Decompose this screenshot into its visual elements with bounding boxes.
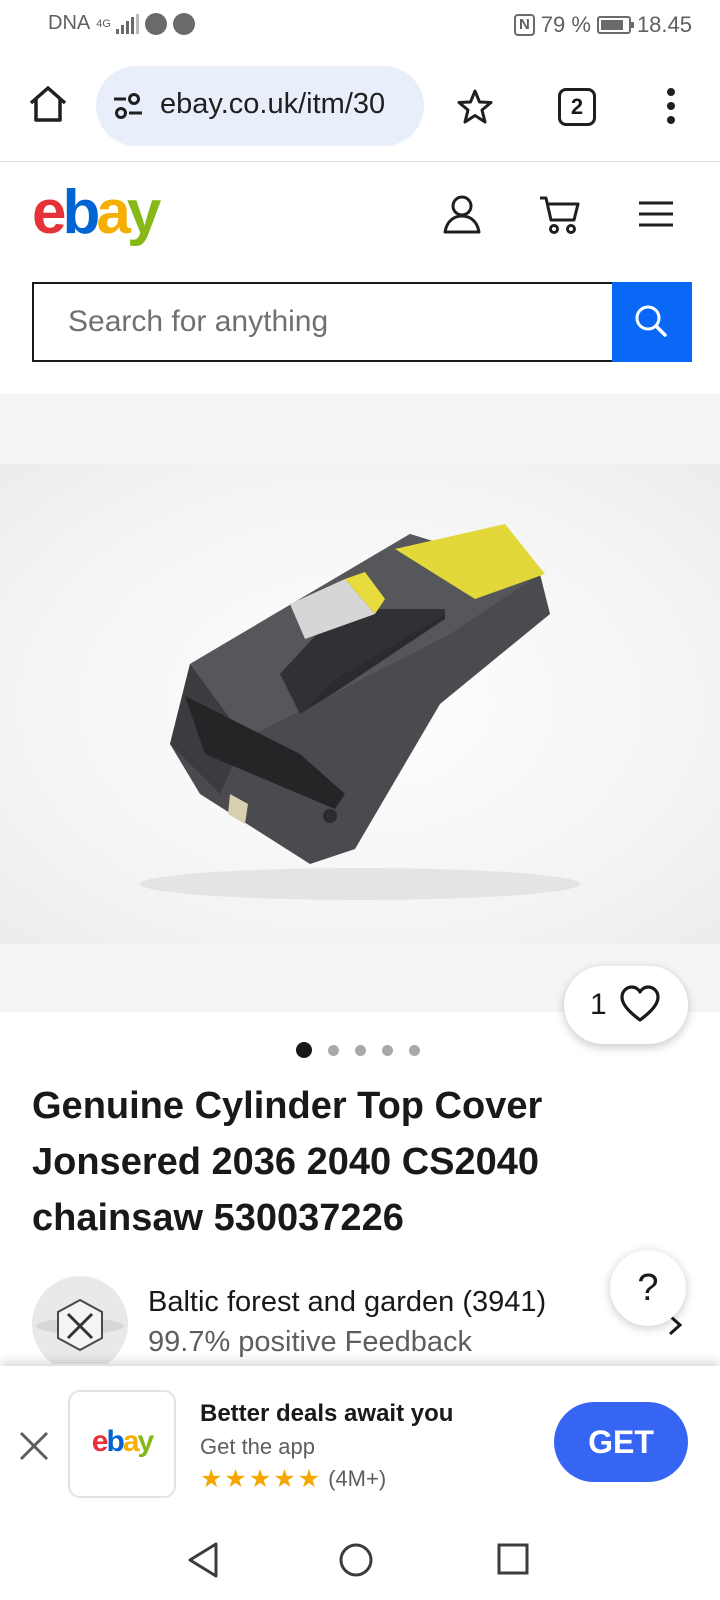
notification-icon (173, 12, 196, 35)
watch-count: 1 (590, 988, 607, 1021)
close-icon[interactable] (16, 1428, 52, 1464)
get-app-button[interactable]: GET (554, 1402, 688, 1482)
logo-letter-y: y (126, 178, 162, 247)
carrier-label: DNA (48, 12, 91, 34)
seller-avatar (32, 1276, 128, 1364)
hamburger-menu-button[interactable] (636, 192, 680, 236)
pagination-dot-2[interactable] (328, 1044, 339, 1056)
home-circle-icon[interactable] (336, 1540, 376, 1580)
tab-switcher-button[interactable]: 2 (558, 88, 596, 126)
rating-star-icon: ★ (200, 1465, 223, 1493)
review-count: (4M+) (328, 1466, 387, 1491)
browser-menu-icon[interactable] (665, 88, 677, 128)
product-image[interactable] (0, 464, 720, 944)
gallery-pagination (296, 1042, 420, 1058)
app-rating: ★ ★ ★ ★ ★ (4M+) (200, 1466, 386, 1492)
rating-star-icon: ★ (248, 1465, 272, 1493)
pagination-dot-4[interactable] (382, 1044, 393, 1056)
logo-letter-a: a (96, 178, 131, 247)
account-button[interactable] (440, 192, 484, 236)
clock: 18.45 (636, 12, 692, 37)
system-navigation-bar (0, 1516, 720, 1600)
rating-star-icon: ★ (224, 1465, 247, 1493)
user-icon (443, 195, 481, 234)
logo-letter-b: b (62, 178, 100, 247)
nfc-icon: N (513, 14, 535, 36)
star-icon (457, 89, 493, 124)
browser-toolbar: ebay.co.uk/itm/30 2 (0, 52, 720, 162)
url-text: ebay.co.uk/itm/30 (160, 88, 386, 120)
ebay-app-logo: ebay (68, 1390, 176, 1498)
home-button[interactable] (26, 82, 70, 126)
hamburger-icon (639, 201, 673, 227)
site-settings-icon[interactable] (112, 92, 144, 120)
app-logo-letter-b: b (106, 1425, 124, 1458)
signal-icon (116, 13, 140, 34)
banner-subtitle: Get the app (200, 1434, 315, 1459)
cart-button[interactable] (538, 192, 582, 236)
product-title: Genuine Cylinder Top Cover Jonsered 2036… (32, 1085, 543, 1239)
search-input[interactable] (34, 284, 612, 360)
status-bar: DNA 4G N 79 % 18.45 (0, 0, 720, 52)
seller-name[interactable]: Baltic forest and garden (3941) (148, 1286, 546, 1319)
banner-title: Better deals await you (200, 1400, 454, 1427)
bookmark-button[interactable] (454, 86, 496, 128)
status-left: DNA 4G (48, 12, 196, 35)
pagination-dot-3[interactable] (355, 1044, 366, 1056)
app-logo-letter-a: a (122, 1425, 140, 1458)
app-logo-letter-y: y (137, 1425, 155, 1458)
network-label: 4G (96, 17, 111, 30)
help-button[interactable]: ? (610, 1250, 686, 1326)
status-right: N 79 % 18.45 (513, 12, 692, 38)
image-gallery[interactable] (0, 394, 720, 1012)
cart-icon (540, 196, 580, 234)
search-bar (32, 282, 692, 362)
back-triangle-icon[interactable] (184, 1540, 224, 1580)
pagination-dot-1[interactable] (296, 1042, 312, 1058)
home-icon (29, 86, 67, 122)
seller-feedback: 99.7% positive Feedback (148, 1326, 473, 1358)
rating-star-icon: ★ (297, 1465, 321, 1493)
battery-icon (596, 16, 634, 34)
ebay-logo[interactable]: ebay (32, 178, 162, 248)
address-bar[interactable]: ebay.co.uk/itm/30 (96, 66, 424, 146)
seller-logo-graphic (36, 1298, 124, 1352)
app-install-banner: ebay Better deals await you Get the app … (0, 1366, 720, 1516)
watch-button[interactable]: 1 (564, 966, 688, 1044)
battery-percent: 79 % (540, 12, 591, 37)
rating-star-icon: ★ (273, 1465, 296, 1493)
recents-square-icon[interactable] (494, 1540, 534, 1580)
search-button[interactable] (612, 282, 692, 362)
pagination-dot-5[interactable] (409, 1044, 420, 1056)
product-photo-graphic (140, 524, 580, 900)
search-icon (635, 305, 667, 337)
heart-icon (620, 985, 660, 1022)
messenger-icon (145, 12, 168, 35)
app-logo-letter-e: e (91, 1425, 109, 1458)
logo-letter-e: e (32, 178, 67, 247)
